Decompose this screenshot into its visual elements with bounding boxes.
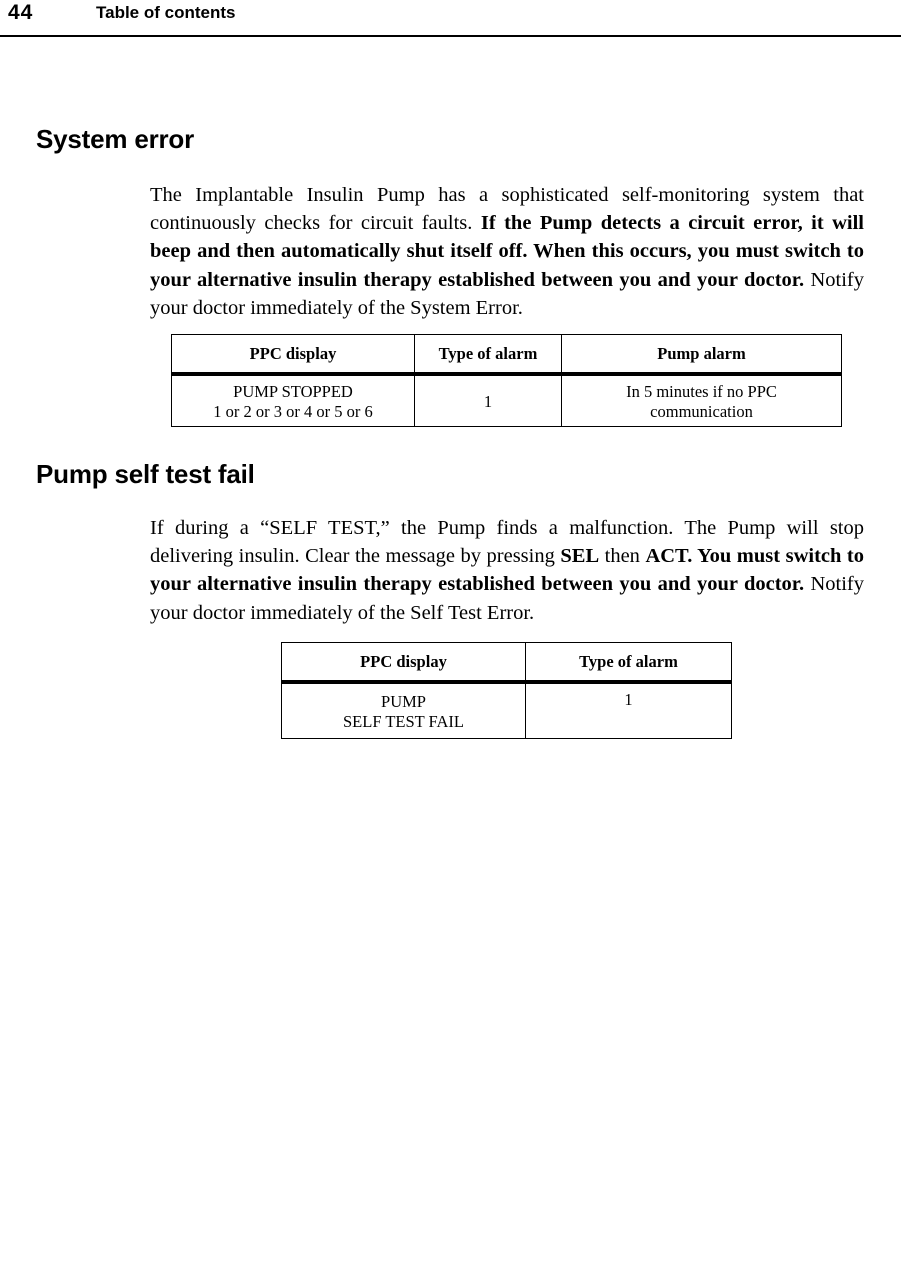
table-system-error: PPC display Type of alarm Pump alarm PUM… (171, 334, 842, 427)
table-header-row: PPC display Type of alarm Pump alarm (171, 334, 842, 376)
column-header-type-of-alarm: Type of alarm (414, 334, 562, 376)
cell-line-2: communication (650, 402, 753, 421)
table-header-row: PPC display Type of alarm (281, 642, 732, 684)
table-pump-self-test-fail: PPC display Type of alarm PUMP SELF TEST… (281, 642, 732, 739)
column-header-ppc-display: PPC display (281, 642, 526, 684)
paragraph-text-regular-then: then (599, 545, 646, 568)
section-paragraph-pump-self-test-fail: If during a “SELF TEST,” the Pump finds … (150, 514, 864, 627)
section-heading-pump-self-test-fail: Pump self test fail (36, 459, 255, 489)
cell-line-1: In 5 minutes if no PPC (626, 382, 777, 401)
cell-value: 1 (624, 690, 633, 709)
section-heading-system-error: System error (36, 124, 195, 154)
cell-line-2: 1 or 2 or 3 or 4 or 5 or 6 (213, 402, 373, 421)
column-header-type-of-alarm: Type of alarm (525, 642, 732, 684)
paragraph-text-bold-sel: SEL (560, 545, 600, 568)
cell-line-1: PUMP STOPPED (233, 382, 353, 401)
column-header-ppc-display: PPC display (171, 334, 415, 376)
cell-line-2: SELF TEST FAIL (342, 712, 465, 731)
cell-ppc-display: PUMP STOPPED 1 or 2 or 3 or 4 or 5 or 6 (171, 373, 415, 427)
cell-line-1: PUMP (381, 692, 426, 711)
cell-ppc-display: PUMP SELF TEST FAIL (281, 681, 526, 739)
cell-type-of-alarm: 1 (414, 373, 562, 427)
table-row: PUMP STOPPED 1 or 2 or 3 or 4 or 5 or 6 … (171, 373, 842, 427)
section-paragraph-system-error: The Implantable Insulin Pump has a sophi… (150, 181, 864, 322)
table-row: PUMP SELF TEST FAIL 1 (281, 681, 732, 739)
cell-type-of-alarm: 1 (525, 681, 732, 739)
header-title: Table of contents (96, 3, 236, 22)
cell-pump-alarm: In 5 minutes if no PPC communication (561, 373, 842, 427)
page-number: 44 (8, 1, 34, 24)
page-running-header: 44 Table of contents (0, 0, 901, 38)
header-divider-rule (0, 35, 901, 37)
column-header-pump-alarm: Pump alarm (561, 334, 842, 376)
